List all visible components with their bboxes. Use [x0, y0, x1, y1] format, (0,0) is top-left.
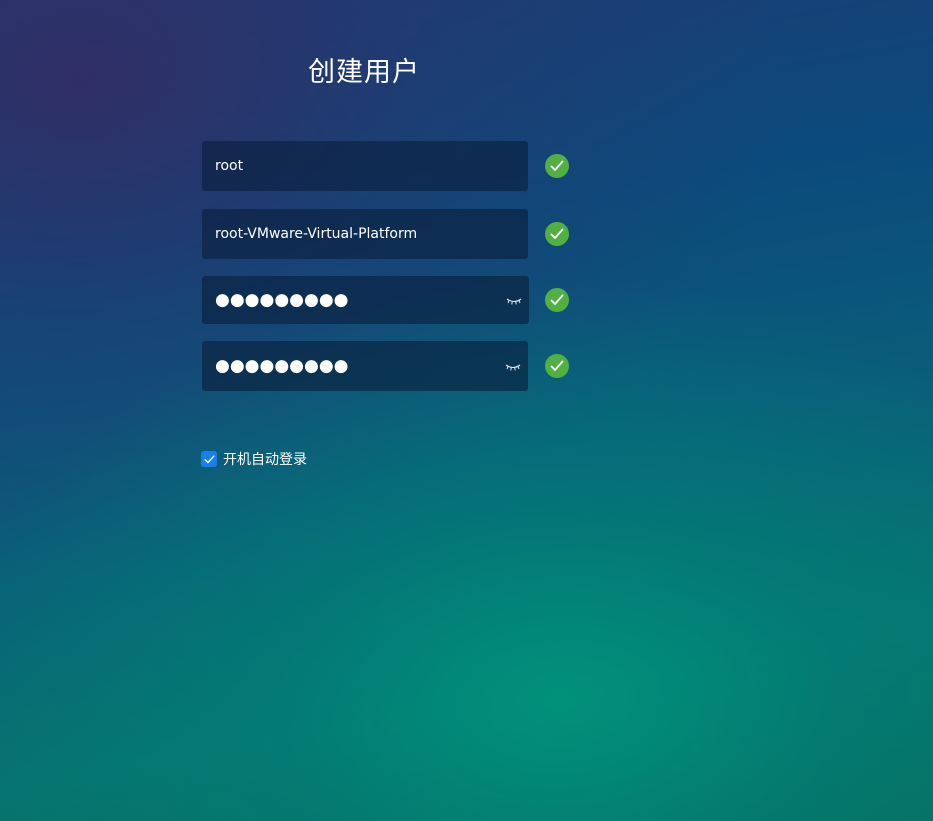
username-valid-check-icon — [545, 154, 569, 178]
username-value: root — [215, 158, 244, 174]
password-field[interactable]: ●●●●●●●●● — [202, 276, 529, 324]
hostname-value: root-VMware-Virtual-Platform — [215, 226, 418, 242]
username-field[interactable]: root — [202, 141, 528, 191]
eye-closed-icon[interactable] — [505, 295, 523, 305]
page-title: 创建用户 — [308, 57, 420, 88]
password-confirm-masked-value: ●●●●●●●●● — [215, 355, 349, 376]
hostname-valid-check-icon — [545, 222, 569, 246]
hostname-row: root-VMware-Virtual-Platform — [202, 209, 572, 259]
password-confirm-valid-check-icon — [545, 354, 569, 378]
password-confirm-row: ●●●●●●●●● — [202, 341, 572, 391]
username-row: root — [202, 141, 572, 191]
password-valid-check-icon — [545, 288, 569, 312]
eye-closed-icon[interactable] — [504, 361, 522, 371]
password-confirm-field[interactable]: ●●●●●●●●● — [202, 341, 528, 391]
hostname-field[interactable]: root-VMware-Virtual-Platform — [202, 209, 528, 259]
auto-login-option[interactable]: 开机自动登录 — [201, 449, 307, 469]
auto-login-checkbox[interactable] — [201, 451, 217, 467]
password-masked-value: ●●●●●●●●● — [215, 289, 349, 310]
auto-login-label: 开机自动登录 — [223, 452, 307, 468]
password-row: ●●●●●●●●● — [202, 276, 572, 326]
